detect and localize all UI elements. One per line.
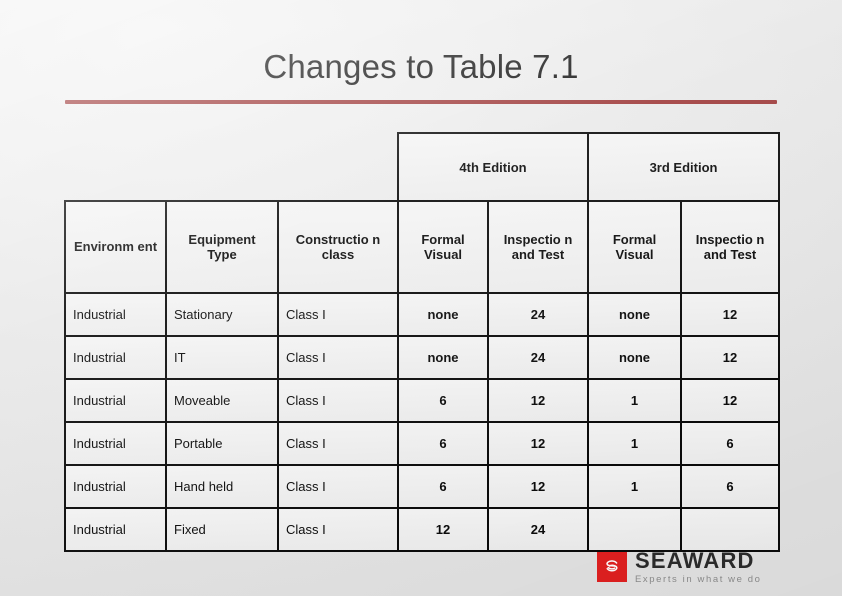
cell-formal-visual-4th: 6 — [397, 464, 489, 509]
table-row: Industrial Moveable Class I 6 12 1 12 — [64, 378, 781, 423]
cell-inspection-test-3rd: 12 — [680, 378, 781, 423]
cell-environment: Industrial — [64, 507, 167, 552]
table-row: Industrial Fixed Class I 12 24 — [64, 507, 781, 552]
cell-formal-visual-3rd: none — [587, 292, 683, 337]
cell-inspection-test-3rd: 12 — [680, 335, 781, 380]
group-header-spacer — [65, 133, 398, 201]
cell-equipment-type: IT — [165, 335, 279, 380]
cell-construction-class: Class I — [277, 464, 399, 509]
cell-construction-class: Class I — [277, 421, 399, 466]
table-row: Industrial Stationary Class I none 24 no… — [64, 292, 781, 337]
table-column-header-row: Environm ent Equipment Type Constructio … — [64, 200, 781, 294]
page-title: Changes to Table 7.1 — [263, 48, 579, 85]
column-header-formal-visual-3rd: Formal Visual — [587, 200, 683, 294]
cell-inspection-test-4th: 24 — [486, 292, 590, 337]
cell-formal-visual-4th: none — [397, 335, 489, 380]
table-7-1-container: 4th Edition 3rd Edition Environm ent Equ… — [64, 132, 781, 552]
cell-environment: Industrial — [64, 464, 167, 509]
seaward-logo: SEAWARD Experts in what we do — [597, 550, 762, 585]
logo-tagline: Experts in what we do — [635, 574, 762, 585]
cell-inspection-test-4th: 12 — [486, 464, 590, 509]
table-row: Industrial IT Class I none 24 none 12 — [64, 335, 781, 380]
table-row: Industrial Hand held Class I 6 12 1 6 — [64, 464, 781, 509]
cell-formal-visual-4th: 6 — [397, 378, 489, 423]
cell-formal-visual-3rd: none — [587, 335, 683, 380]
column-header-inspection-test-3rd: Inspectio n and Test — [680, 200, 781, 294]
cell-construction-class: Class I — [277, 335, 399, 380]
logo-text: SEAWARD Experts in what we do — [635, 550, 762, 585]
cell-construction-class: Class I — [277, 292, 399, 337]
cell-inspection-test-4th: 24 — [486, 507, 590, 552]
column-header-construction-class: Constructio n class — [277, 200, 399, 294]
logo-name: SEAWARD — [635, 548, 755, 573]
cell-equipment-type: Stationary — [165, 292, 279, 337]
cell-inspection-test-4th: 24 — [486, 335, 590, 380]
cell-environment: Industrial — [64, 292, 167, 337]
column-header-inspection-test-4th: Inspectio n and Test — [486, 200, 590, 294]
cell-equipment-type: Hand held — [165, 464, 279, 509]
cell-environment: Industrial — [64, 378, 167, 423]
table-row: Industrial Portable Class I 6 12 1 6 — [64, 421, 781, 466]
cell-inspection-test-4th: 12 — [486, 421, 590, 466]
cell-environment: Industrial — [64, 335, 167, 380]
cell-equipment-type: Moveable — [165, 378, 279, 423]
table-group-header-row: 4th Edition 3rd Edition — [65, 132, 781, 202]
column-header-formal-visual-4th: Formal Visual — [397, 200, 489, 294]
swirl-icon — [597, 552, 627, 583]
cell-environment: Industrial — [64, 421, 167, 466]
slide-canvas: Changes to Table 7.1 4th Edition 3rd Edi… — [0, 0, 842, 596]
group-header-4th-edition: 4th Edition — [396, 132, 590, 202]
cell-construction-class: Class I — [277, 507, 399, 552]
cell-equipment-type: Fixed — [165, 507, 279, 552]
cell-construction-class: Class I — [277, 378, 399, 423]
cell-formal-visual-3rd: 1 — [587, 464, 683, 509]
cell-formal-visual-4th: 12 — [397, 507, 489, 552]
column-header-equipment-type: Equipment Type — [165, 200, 279, 294]
comparison-table: 4th Edition 3rd Edition Environm ent Equ… — [64, 132, 781, 552]
cell-inspection-test-3rd: 6 — [680, 421, 781, 466]
cell-inspection-test-3rd — [680, 507, 781, 552]
column-header-environment: Environm ent — [64, 200, 167, 294]
cell-inspection-test-3rd: 6 — [680, 464, 781, 509]
cell-formal-visual-3rd — [587, 507, 683, 552]
cell-formal-visual-4th: 6 — [397, 421, 489, 466]
group-header-3rd-edition: 3rd Edition — [587, 132, 781, 202]
cell-formal-visual-4th: none — [397, 292, 489, 337]
cell-inspection-test-4th: 12 — [486, 378, 590, 423]
cell-formal-visual-3rd: 1 — [587, 378, 683, 423]
cell-equipment-type: Portable — [165, 421, 279, 466]
cell-inspection-test-3rd: 12 — [680, 292, 781, 337]
title-divider — [65, 100, 777, 104]
cell-formal-visual-3rd: 1 — [587, 421, 683, 466]
